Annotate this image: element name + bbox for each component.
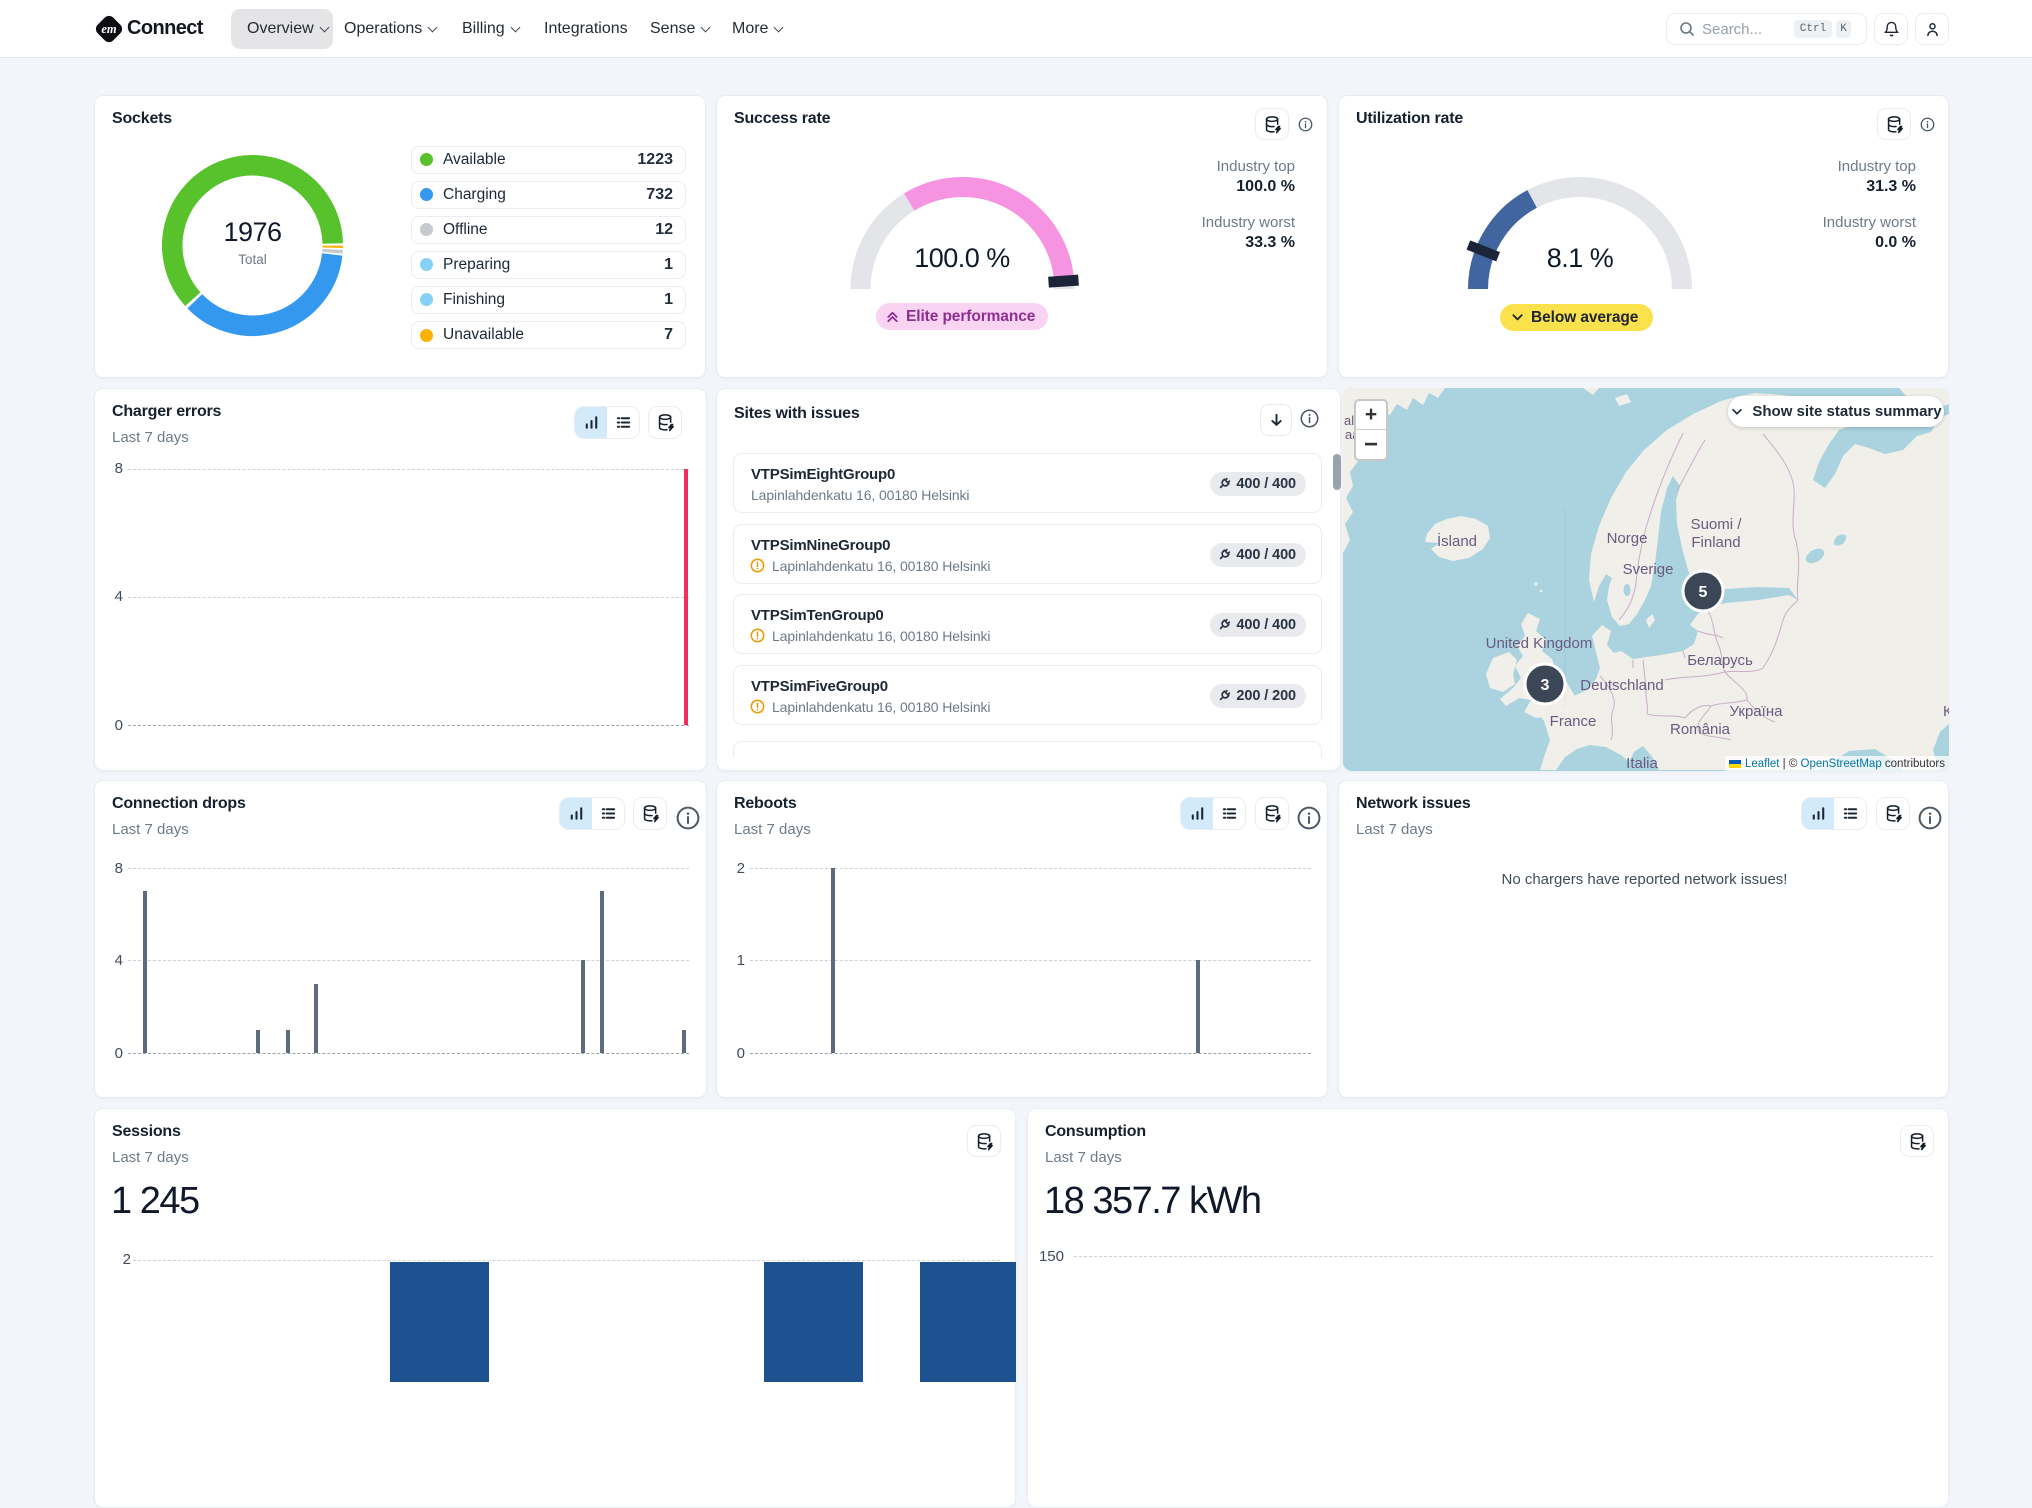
svg-text:Қазақс: Қазақс: [1943, 703, 1949, 720]
svg-text:Deutschland: Deutschland: [1580, 677, 1663, 694]
svg-text:3: 3: [1541, 677, 1550, 694]
svg-text:Беларусь: Беларусь: [1687, 652, 1753, 669]
svg-text:Suomi /: Suomi /: [1691, 516, 1743, 533]
svg-text:Italia: Italia: [1626, 755, 1658, 771]
svg-text:France: France: [1550, 713, 1597, 730]
svg-text:Sverige: Sverige: [1623, 561, 1674, 578]
svg-text:Україна: Україна: [1730, 703, 1784, 720]
svg-text:United Kingdom: United Kingdom: [1486, 635, 1593, 652]
svg-text:5: 5: [1699, 584, 1708, 601]
svg-text:Norge: Norge: [1607, 530, 1648, 547]
svg-text:Finland: Finland: [1691, 534, 1740, 551]
svg-text:România: România: [1670, 721, 1731, 738]
svg-text:İsland: İsland: [1437, 532, 1477, 550]
